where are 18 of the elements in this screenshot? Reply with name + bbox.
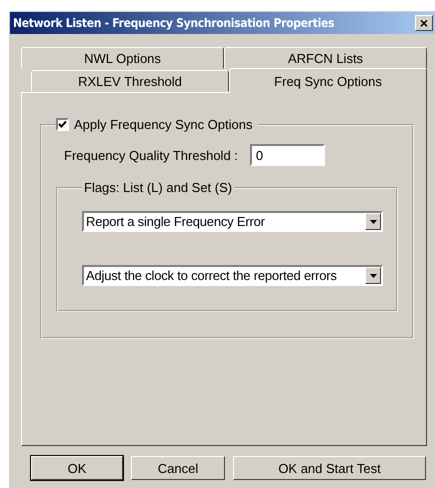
window-title: Network Listen - Frequency Synchronisation Properties [13, 16, 334, 30]
checkbox[interactable] [56, 118, 69, 131]
tab[interactable]: Freq Sync Options [229, 68, 427, 93]
checkbox-label: Apply Frequency Sync Options [74, 117, 252, 132]
group-label: Flags: List (L) and Set (S) [83, 180, 234, 195]
dialog-button[interactable]: OK [31, 456, 123, 480]
caret-icon [370, 274, 376, 278]
tab[interactable]: NWL Options [21, 47, 224, 69]
tab[interactable]: ARFCN Lists [224, 47, 427, 69]
field-label: Frequency Quality Threshold : [64, 148, 238, 162]
input-field[interactable]: 0 [250, 144, 325, 166]
caret-icon [370, 220, 376, 224]
close-button[interactable]: × [415, 15, 433, 31]
tab[interactable]: RXLEV Threshold [31, 70, 229, 92]
dropdown[interactable]: Report a single Frequency Error [82, 211, 383, 232]
dialog-button[interactable]: Cancel [131, 456, 225, 480]
dropdown[interactable]: Adjust the clock to correct the reported errors [82, 265, 383, 286]
dialog-button[interactable]: OK and Start Test [233, 456, 426, 480]
